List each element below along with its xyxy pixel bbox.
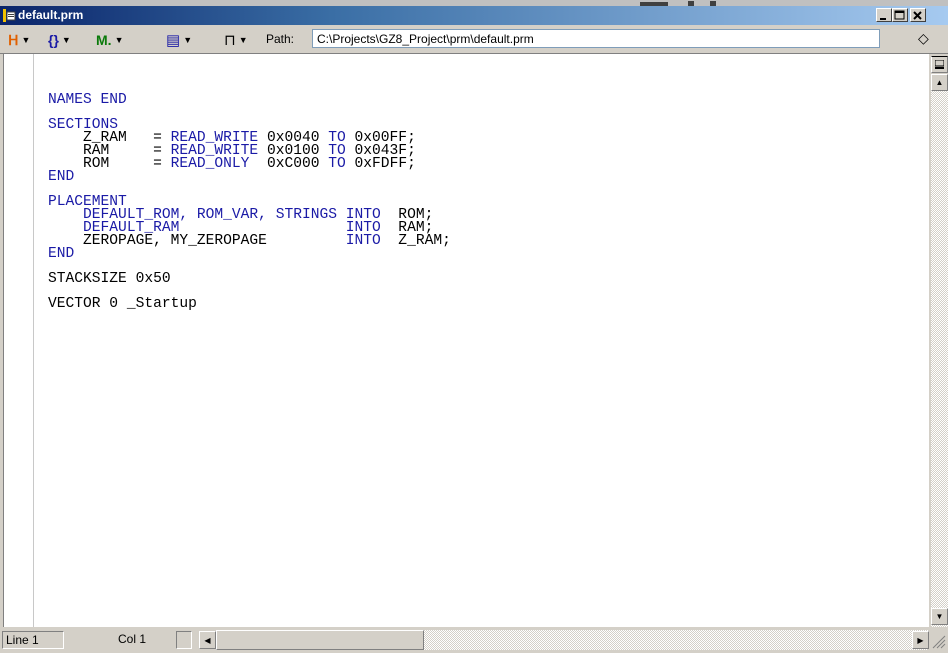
scroll-down-button[interactable]: ▼ [931, 608, 948, 625]
keyword-token: NAMES END [48, 92, 127, 108]
close-icon [913, 11, 922, 20]
vertical-scroll-track[interactable] [931, 74, 948, 627]
lock-tool[interactable]: ⊓ ▼ [224, 32, 248, 49]
chevron-down-icon[interactable]: ▼ [22, 35, 31, 45]
chevron-down-icon[interactable]: ▼ [183, 35, 192, 45]
make-tool[interactable]: M. ▼ [96, 32, 123, 48]
code-line: STACKSIZE 0x50 [48, 271, 451, 287]
text-token: 0xC000 [249, 156, 329, 172]
toolbar: ᕼ ▼ {} ▼ M. ▼ ▤ ▼ ⊓ ▼ Path: C:\Projects\… [0, 25, 948, 54]
maximize-button[interactable] [892, 8, 908, 22]
window-title: default.prm [18, 8, 84, 22]
arrow-down-icon: ▼ [935, 612, 944, 621]
arrow-up-icon: ▲ [935, 78, 944, 87]
vertical-scrollbar[interactable]: ▲ ▼ [929, 54, 948, 627]
text-token: 0xFDFF; [345, 156, 416, 172]
path-field[interactable]: C:\Projects\GZ8_Project\prm\default.prm [312, 29, 880, 48]
minimize-button[interactable] [876, 8, 892, 22]
code-editor[interactable]: NAMES END SECTIONS Z_RAM = READ_WRITE 0x0… [3, 54, 930, 627]
text-token: STACKSIZE 0x50 [48, 271, 171, 287]
compile-tool[interactable]: ᕼ ▼ [8, 32, 30, 48]
horizontal-scroll-thumb[interactable] [216, 630, 424, 650]
arrow-right-icon: ▶ [917, 635, 924, 645]
keyword-token: END [48, 169, 75, 185]
text-token: VECTOR 0 _Startup [48, 296, 197, 312]
chevron-down-icon[interactable]: ▼ [115, 35, 124, 45]
gutter-divider [33, 54, 34, 627]
braces-tool[interactable]: {} ▼ [48, 32, 71, 48]
keyword-token: END [48, 246, 75, 262]
minimize-icon [880, 18, 886, 20]
keyword-token: INTO [345, 233, 381, 249]
col-indicator: Col 1 [118, 632, 147, 646]
keyword-token: TO [328, 156, 346, 172]
file-icon [3, 9, 16, 22]
maximize-icon [894, 10, 905, 20]
lock-icon: ⊓ [224, 32, 236, 49]
status-separator [176, 631, 192, 649]
braces-icon: {} [48, 32, 59, 48]
code-line: VECTOR 0 _Startup [48, 296, 451, 312]
document-tool[interactable]: ▤ ▼ [166, 32, 192, 49]
text-token: Z_RAM; [380, 233, 451, 249]
path-label: Path: [266, 32, 295, 46]
chevron-down-icon[interactable]: ▼ [239, 35, 248, 45]
close-button[interactable] [910, 8, 926, 22]
code-line: END [48, 169, 451, 185]
text-token: ZEROPAGE, MY_ZEROPAGE [48, 233, 346, 249]
split-icon [935, 60, 944, 69]
arrow-left-icon: ◀ [204, 635, 211, 645]
status-bar: Line 1 Col 1 ◀ ▶ [0, 627, 948, 653]
make-icon: M. [96, 32, 112, 48]
document-icon: ▤ [166, 32, 181, 49]
title-bar[interactable]: default.prm [0, 6, 948, 25]
code-line: END [48, 246, 451, 262]
code-line: ZEROPAGE, MY_ZEROPAGE INTO Z_RAM; [48, 233, 451, 249]
chevron-down-icon[interactable]: ▼ [62, 35, 71, 45]
editor-window: default.prm ᕼ ▼ {} ▼ M. ▼ ▤ ▼ ⊓ ▼ Path: … [0, 0, 948, 653]
scroll-up-button[interactable]: ▲ [931, 74, 948, 91]
code-line: NAMES END [48, 92, 451, 108]
compile-icon: ᕼ [8, 31, 19, 48]
keyword-token: READ_ONLY [170, 156, 250, 172]
code-line: ROM = READ_ONLY 0xC000 TO 0xFDFF; [48, 156, 451, 172]
scroll-right-button[interactable]: ▶ [912, 631, 929, 649]
resize-grip-icon[interactable] [930, 633, 946, 649]
split-button[interactable] [931, 56, 948, 73]
line-indicator: Line 1 [2, 631, 64, 649]
horizontal-scrollbar[interactable] [216, 630, 928, 650]
scroll-left-button[interactable]: ◀ [199, 631, 216, 649]
diamond-icon[interactable]: ◇ [918, 30, 929, 47]
code-content[interactable]: NAMES END SECTIONS Z_RAM = READ_WRITE 0x0… [48, 92, 451, 312]
